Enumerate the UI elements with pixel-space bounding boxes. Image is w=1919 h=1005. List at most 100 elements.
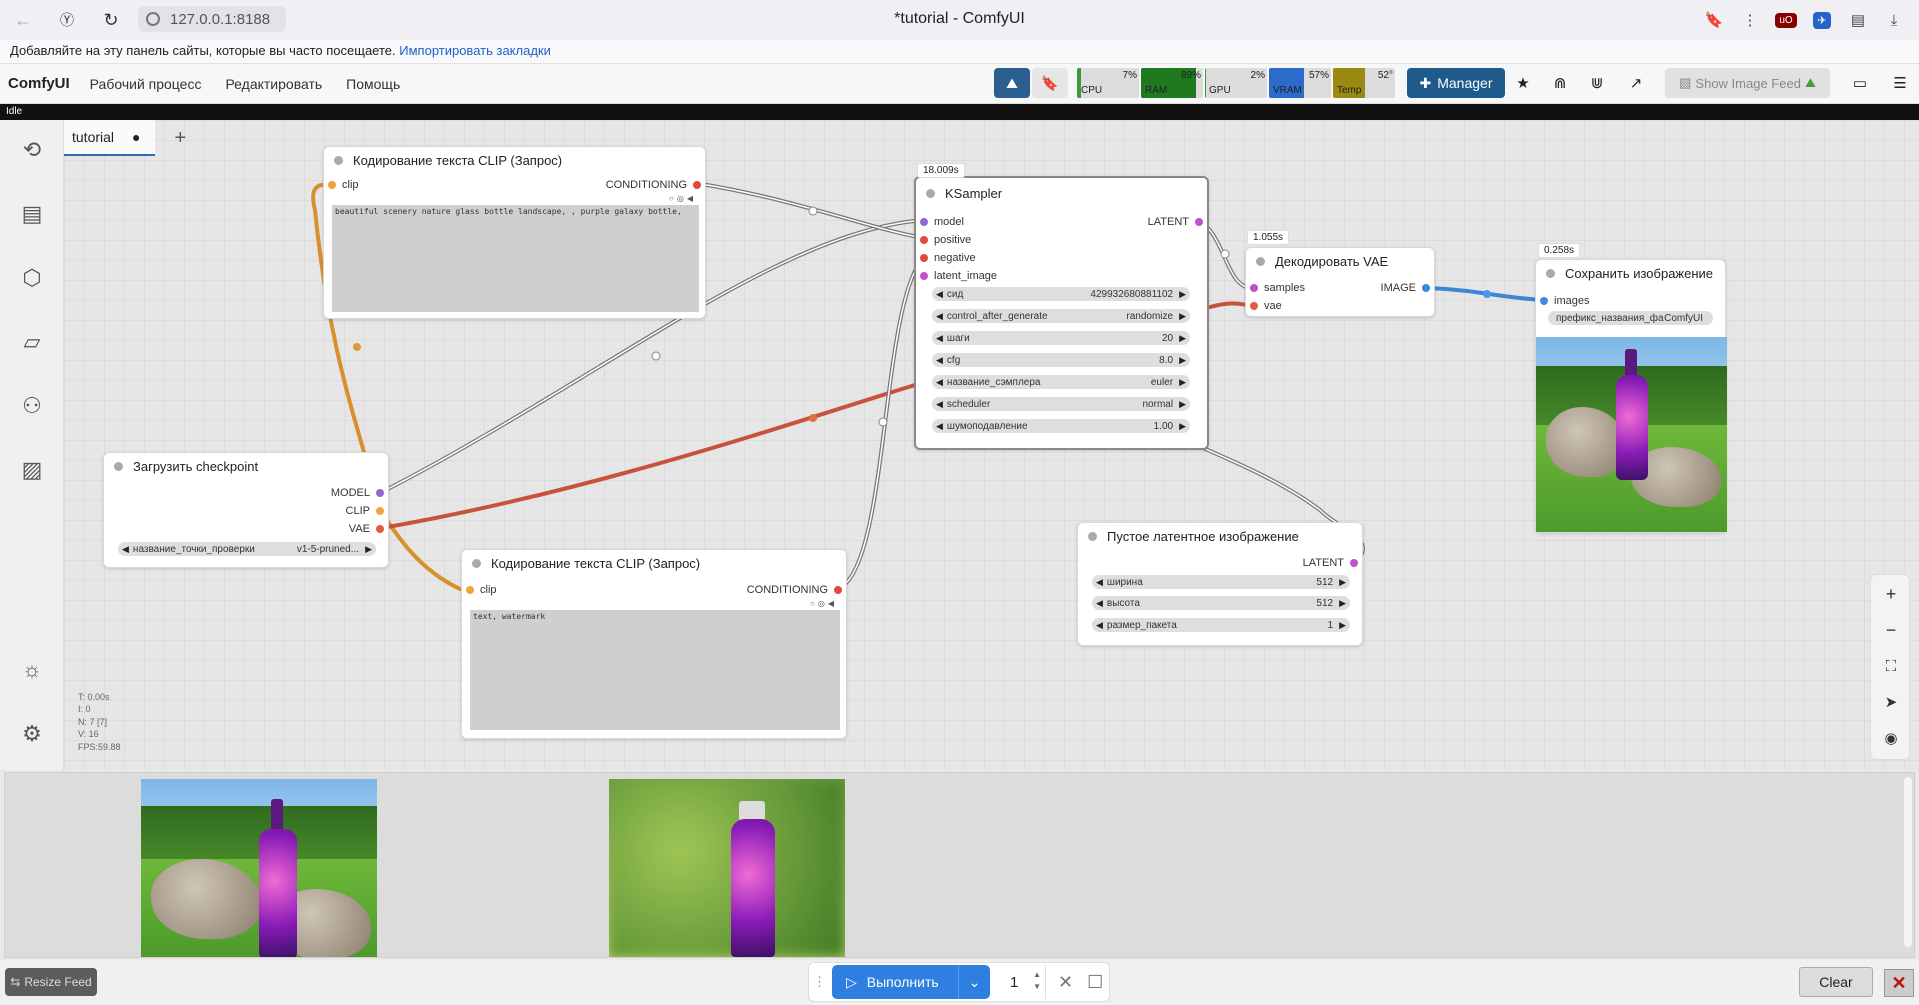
stop-square-icon[interactable]: ☐ <box>1087 972 1103 993</box>
right-arrow-icon[interactable]: ▶ <box>1179 377 1186 388</box>
node-header[interactable]: KSampler <box>916 178 1207 208</box>
left-arrow-icon[interactable]: ◀ <box>936 421 943 432</box>
left-arrow-icon[interactable]: ◀ <box>936 377 943 388</box>
right-arrow-icon[interactable]: ▶ <box>1179 421 1186 432</box>
model-folder-icon[interactable]: ▱ <box>14 324 50 360</box>
run-options-chevron-icon[interactable]: ⌄ <box>958 965 990 999</box>
node-clip-text-negative[interactable]: Кодирование текста CLIP (Запрос) clip CO… <box>461 549 847 739</box>
left-arrow-icon[interactable]: ◀ <box>1096 598 1103 609</box>
tab-tutorial[interactable]: tutorial ● <box>64 120 155 156</box>
output-conditioning[interactable]: CONDITIONING <box>606 179 701 191</box>
ublock-icon[interactable]: uO <box>1771 6 1801 34</box>
left-arrow-icon[interactable]: ◀ <box>936 333 943 344</box>
feed-scrollbar[interactable] <box>1904 777 1912 947</box>
right-arrow-icon[interactable]: ▶ <box>1339 598 1346 609</box>
input-latent-image[interactable]: latent_image <box>920 270 997 282</box>
queue-run-button[interactable]: ▷ Выполнить ⌄ <box>832 965 990 999</box>
steps-widget[interactable]: ◀ шаги 20 ▶ <box>932 331 1190 345</box>
canvas-mode-icon[interactable]: ⛰ <box>994 68 1030 98</box>
menu-edit[interactable]: Редактировать <box>225 76 322 92</box>
model-icon-1[interactable]: ⋒ <box>1543 68 1577 98</box>
ckpt-name-combo[interactable]: ◀ название_точки_проверки v1-5-pruned...… <box>118 542 376 556</box>
show-image-feed-button[interactable]: ▧ Show Image Feed ⛰ <box>1665 68 1830 98</box>
zoom-in-icon[interactable]: + <box>1875 579 1907 609</box>
gallery-icon[interactable]: ▨ <box>14 452 50 488</box>
seed-widget[interactable]: ◀ сид 429932680881102 ▶ <box>932 287 1190 301</box>
node-empty-latent-image[interactable]: Пустое латентное изображение LATENT ◀ шир… <box>1077 522 1363 646</box>
left-arrow-icon[interactable]: ◀ <box>1096 577 1103 588</box>
batch-size-widget[interactable]: ◀ размер_пакета 1 ▶ <box>1092 618 1350 632</box>
node-load-checkpoint[interactable]: Загрузить checkpoint MODEL CLIP VAE ◀ на… <box>103 452 389 568</box>
batch-stepper-icon[interactable]: ▲ ▼ <box>1033 969 1041 993</box>
extension-icon[interactable]: ✈ <box>1807 6 1837 34</box>
control-after-generate-widget[interactable]: ◀ control_after_generate randomize ▶ <box>932 309 1190 323</box>
input-samples[interactable]: samples <box>1250 282 1305 294</box>
prompt-textarea[interactable]: beautiful scenery nature glass bottle la… <box>332 205 699 312</box>
right-arrow-icon[interactable]: ▶ <box>1179 333 1186 344</box>
workflows-icon[interactable]: ⚇ <box>14 388 50 424</box>
node-header[interactable]: Кодирование текста CLIP (Запрос) <box>462 550 846 576</box>
menu-workflow[interactable]: Рабочий процесс <box>90 76 202 92</box>
manager-button[interactable]: ✚ Manager <box>1407 68 1505 98</box>
toggle-links-eye-icon[interactable]: ◉ <box>1875 723 1907 753</box>
circle-icon[interactable]: ○ <box>669 194 674 203</box>
eye-icon[interactable]: ◎ <box>818 599 825 608</box>
output-image[interactable]: IMAGE <box>1381 282 1430 294</box>
denoise-widget[interactable]: ◀ шумоподавление 1.00 ▶ <box>932 419 1190 433</box>
share-icon[interactable]: ↗ <box>1619 68 1653 98</box>
clear-feed-button[interactable]: Clear <box>1799 967 1873 997</box>
circle-icon[interactable]: ○ <box>810 599 815 608</box>
menu-help[interactable]: Помощь <box>346 76 400 92</box>
node-save-image[interactable]: Сохранить изображение images префикс_наз… <box>1535 259 1727 533</box>
collapse-dot-icon[interactable] <box>334 155 343 165</box>
node-header[interactable]: Загрузить checkpoint <box>104 453 388 479</box>
collections-icon[interactable]: ▤ <box>1843 6 1873 34</box>
collapse-dot-icon[interactable] <box>114 461 123 471</box>
right-arrow-icon[interactable]: ▶ <box>1339 620 1346 631</box>
feed-image-2[interactable] <box>609 779 845 957</box>
node-header[interactable]: Пустое латентное изображение <box>1078 523 1362 549</box>
collapse-dot-icon[interactable] <box>472 558 481 568</box>
collapse-dot-icon[interactable] <box>1256 256 1265 266</box>
node-library-icon[interactable]: ⬡ <box>14 260 50 296</box>
feed-image-1[interactable] <box>141 779 377 957</box>
settings-gear-icon[interactable]: ⚙ <box>14 716 50 752</box>
speaker-icon[interactable]: ◀ <box>687 194 693 203</box>
sampler-name-widget[interactable]: ◀ название_сэмплера euler ▶ <box>932 375 1190 389</box>
fit-view-icon[interactable]: ⛶ <box>1875 651 1907 681</box>
import-bookmarks-link[interactable]: Импортировать закладки <box>399 43 551 58</box>
more-menu-icon[interactable]: ⋮ <box>1735 6 1765 34</box>
speaker-icon[interactable]: ◀ <box>828 599 834 608</box>
input-positive[interactable]: positive <box>920 234 971 246</box>
scheduler-widget[interactable]: ◀ scheduler normal ▶ <box>932 397 1190 411</box>
prompt-textarea[interactable]: text, watermark <box>470 610 840 730</box>
left-arrow-icon[interactable]: ◀ <box>936 311 943 322</box>
left-arrow-icon[interactable]: ◀ <box>936 355 943 366</box>
queue-list-icon[interactable]: ▤ <box>14 196 50 232</box>
close-feed-icon[interactable]: ✕ <box>1884 969 1914 997</box>
output-conditioning[interactable]: CONDITIONING <box>747 584 842 596</box>
resize-feed-button[interactable]: ⇆ Resize Feed <box>5 968 97 996</box>
input-model[interactable]: model <box>920 216 964 228</box>
downloads-icon[interactable]: ⤓ <box>1879 6 1909 34</box>
panel-toggle-icon[interactable]: ▭ <box>1843 68 1877 98</box>
node-header[interactable]: Сохранить изображение <box>1536 260 1725 286</box>
right-arrow-icon[interactable]: ▶ <box>1179 289 1186 300</box>
bookmark-star-icon[interactable]: 🔖 <box>1699 6 1729 34</box>
zoom-out-icon[interactable]: − <box>1875 615 1907 645</box>
output-clip[interactable]: CLIP <box>346 505 384 517</box>
bookmark-mode-icon[interactable]: 🔖 <box>1032 68 1068 98</box>
left-arrow-icon[interactable]: ◀ <box>122 544 129 555</box>
input-images[interactable]: images <box>1540 295 1589 307</box>
star-icon[interactable]: ★ <box>1506 68 1540 98</box>
right-arrow-icon[interactable]: ▶ <box>1179 311 1186 322</box>
width-widget[interactable]: ◀ ширина 512 ▶ <box>1092 575 1350 589</box>
left-arrow-icon[interactable]: ◀ <box>1096 620 1103 631</box>
node-vae-decode[interactable]: Декодировать VAE samples vae IMAGE <box>1245 247 1435 317</box>
right-arrow-icon[interactable]: ▶ <box>1179 355 1186 366</box>
filename-prefix-widget[interactable]: префикс_названия_файла ComfyUI <box>1548 311 1713 325</box>
output-latent[interactable]: LATENT <box>1148 216 1203 228</box>
left-arrow-icon[interactable]: ◀ <box>936 289 943 300</box>
hamburger-menu-icon[interactable]: ☰ <box>1883 68 1917 98</box>
output-image-preview[interactable] <box>1536 337 1727 532</box>
